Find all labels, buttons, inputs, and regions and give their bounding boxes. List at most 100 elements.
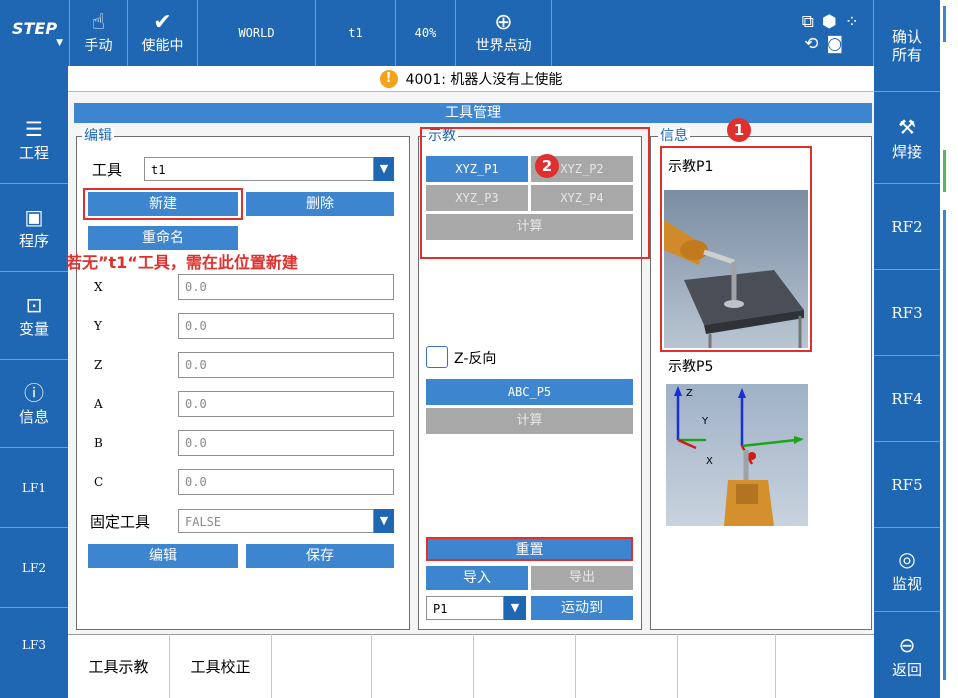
tab-empty[interactable] bbox=[272, 634, 372, 698]
field-y-input[interactable]: 0.0 bbox=[178, 313, 394, 339]
field-c-input[interactable]: 0.0 bbox=[178, 469, 394, 495]
nav-back-label: 返回 bbox=[891, 660, 922, 679]
nav-rf4[interactable]: RF4 bbox=[874, 356, 940, 442]
nav-program[interactable]: ▣ 程序 bbox=[0, 184, 68, 272]
weld-icon: ⚒ bbox=[898, 115, 916, 139]
nav-lf1[interactable]: LF1 bbox=[0, 448, 68, 528]
nav-info[interactable]: ⓘ 信息 bbox=[0, 360, 68, 448]
monitor-icon: ◎ bbox=[898, 547, 916, 571]
panel-title: 工具管理 bbox=[74, 103, 872, 123]
coord-system-button[interactable]: WORLD bbox=[198, 0, 316, 66]
nav-weld-label: 焊接 bbox=[891, 143, 922, 161]
tab-empty[interactable] bbox=[474, 634, 576, 698]
export-button[interactable]: 导出 bbox=[531, 566, 633, 590]
nav-variable[interactable]: ⊡ 变量 bbox=[0, 272, 68, 360]
nav-weld[interactable]: ⚒ 焊接 bbox=[874, 92, 940, 184]
warning-icon: ! bbox=[379, 69, 398, 88]
teach-p1-button[interactable]: XYZ_P1 bbox=[426, 156, 528, 182]
camera-icon[interactable]: ◙ bbox=[827, 33, 844, 55]
tool-label: 工具 bbox=[92, 161, 123, 179]
info-icon: ⓘ bbox=[24, 381, 44, 405]
teach-p3-button[interactable]: XYZ_P3 bbox=[426, 185, 528, 211]
world-jog-label: 世界点动 bbox=[475, 38, 532, 54]
project-icon: ☰ bbox=[25, 117, 43, 141]
fixed-tool-label: 固定工具 bbox=[90, 513, 151, 531]
enable-label: 使能中 bbox=[141, 38, 184, 54]
rename-tool-button[interactable]: 重命名 bbox=[88, 226, 238, 250]
tab-empty[interactable] bbox=[372, 634, 474, 698]
nav-rf5[interactable]: RF5 bbox=[874, 442, 940, 528]
edit-legend: 编辑 bbox=[82, 128, 114, 144]
tool-select-button[interactable]: t1 bbox=[316, 0, 396, 66]
variable-icon: ⊡ bbox=[25, 293, 43, 317]
sync-icon[interactable]: ⟲ bbox=[804, 33, 818, 55]
axis-z-label: Z bbox=[686, 388, 693, 399]
delete-tool-button[interactable]: 删除 bbox=[246, 192, 394, 216]
enable-check-icon: ✔ bbox=[153, 10, 172, 35]
nav-lf2-label: LF2 bbox=[22, 560, 46, 575]
enable-button[interactable]: ✔ 使能中 bbox=[128, 0, 198, 66]
step-badge-2: 2 bbox=[535, 154, 559, 178]
calc-abc-button[interactable]: 计算 bbox=[426, 408, 633, 434]
chevron-down-icon[interactable]: ▼ bbox=[504, 596, 526, 620]
confirm-all-button[interactable]: 确认所有 bbox=[874, 0, 940, 92]
nav-rf4-label: RF4 bbox=[891, 389, 923, 408]
nav-back[interactable]: ⊖ 返回 bbox=[874, 612, 940, 698]
move-to-button[interactable]: 运动到 bbox=[531, 596, 633, 620]
nav-info-label: 信息 bbox=[18, 408, 49, 426]
z-reverse-checkbox[interactable] bbox=[426, 346, 448, 368]
axis-x-label: X bbox=[706, 456, 713, 467]
fixed-tool-select[interactable]: FALSE bbox=[178, 509, 374, 533]
nav-rf2[interactable]: RF2 bbox=[874, 184, 940, 270]
chevron-down-icon: ▼ bbox=[56, 37, 63, 48]
tab-tool-calibrate[interactable]: 工具校正 bbox=[170, 634, 272, 698]
teach-p4-button[interactable]: XYZ_P4 bbox=[531, 185, 633, 211]
tool-label: t1 bbox=[348, 26, 363, 40]
teach-abc-p5-button[interactable]: ABC_P5 bbox=[426, 379, 633, 405]
hand-icon: ☝ bbox=[91, 10, 106, 35]
point-select[interactable]: P1 bbox=[426, 596, 504, 620]
field-y-label: Y bbox=[94, 319, 102, 333]
globe-icon: ⊕ bbox=[494, 10, 513, 35]
nav-rf2-label: RF2 bbox=[891, 217, 923, 236]
info-legend: 信息 bbox=[658, 128, 690, 144]
tab-tool-teach[interactable]: 工具示教 bbox=[68, 634, 170, 698]
world-jog-button[interactable]: ⊕ 世界点动 bbox=[456, 0, 552, 66]
field-x-label: X bbox=[94, 280, 103, 294]
alarm-bar[interactable]: ! 4001: 机器人没有上使能 bbox=[68, 66, 874, 92]
step-label: STEP bbox=[11, 18, 58, 38]
chevron-down-icon[interactable]: ▼ bbox=[374, 509, 394, 533]
edit-button[interactable]: 编辑 bbox=[88, 544, 238, 568]
alarm-text: 4001: 机器人没有上使能 bbox=[405, 71, 563, 88]
tab-empty[interactable] bbox=[576, 634, 678, 698]
axis-y-label: Y bbox=[701, 416, 709, 427]
nav-lf3[interactable]: LF3 bbox=[0, 608, 68, 698]
tool-status-icon: ⧉ bbox=[801, 12, 814, 32]
chevron-down-icon[interactable]: ▼ bbox=[374, 157, 394, 181]
nav-lf2[interactable]: LF2 bbox=[0, 528, 68, 608]
save-button[interactable]: 保存 bbox=[246, 544, 394, 568]
coord-label: WORLD bbox=[238, 26, 275, 40]
nav-monitor[interactable]: ◎ 监视 bbox=[874, 528, 940, 612]
tab-empty[interactable] bbox=[678, 634, 776, 698]
import-button[interactable]: 导入 bbox=[426, 566, 528, 590]
field-z-input[interactable]: 0.0 bbox=[178, 352, 394, 378]
step-button[interactable]: STEP ▼ bbox=[0, 0, 70, 66]
teach-p5-title: 示教P5 bbox=[668, 359, 714, 375]
manual-mode-label: 手动 bbox=[84, 38, 113, 54]
field-b-input[interactable]: 0.0 bbox=[178, 430, 394, 456]
nav-project[interactable]: ☰ 工程 bbox=[0, 96, 68, 184]
edge-indicator bbox=[943, 6, 946, 42]
nav-rf3[interactable]: RF3 bbox=[874, 270, 940, 356]
calc-xyz-button[interactable]: 计算 bbox=[426, 214, 633, 240]
robot-status-icon: ⬢ bbox=[821, 12, 837, 32]
manual-mode-button[interactable]: ☝ 手动 bbox=[70, 0, 128, 66]
reset-button[interactable]: 重置 bbox=[426, 537, 633, 561]
field-x-input[interactable]: 0.0 bbox=[178, 274, 394, 300]
field-a-input[interactable]: 0.0 bbox=[178, 391, 394, 417]
dots-icon: ⁘ bbox=[844, 12, 859, 32]
tool-select[interactable]: t1 bbox=[144, 157, 374, 181]
tab-empty[interactable] bbox=[776, 634, 874, 698]
field-c-label: C bbox=[94, 475, 104, 489]
speed-button[interactable]: 40% bbox=[396, 0, 456, 66]
